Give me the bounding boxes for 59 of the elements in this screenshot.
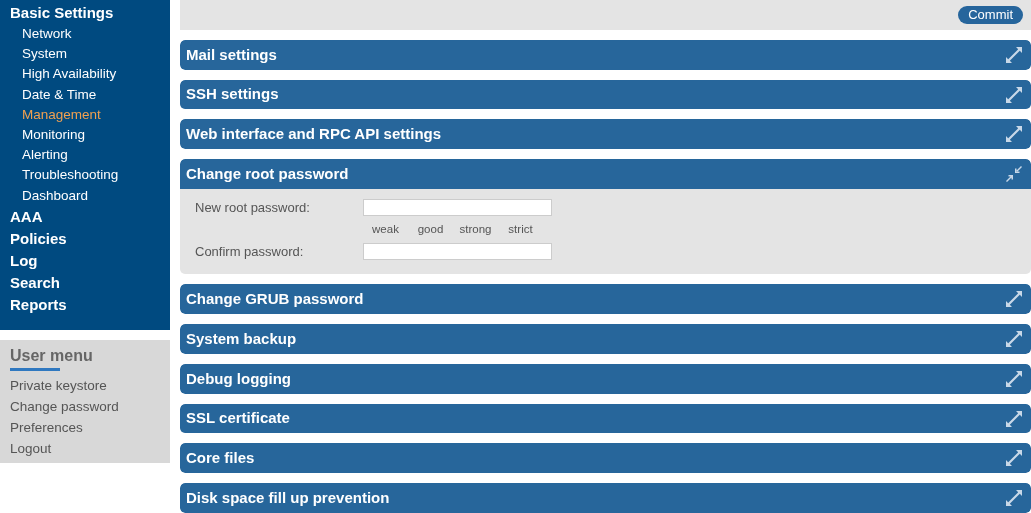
- nav-item[interactable]: Basic Settings: [10, 2, 160, 24]
- section-title: SSL certificate: [186, 408, 290, 429]
- expand-icon[interactable]: [1005, 409, 1023, 428]
- section-header[interactable]: SSL certificate: [180, 403, 1031, 434]
- section-header[interactable]: System backup: [180, 324, 1031, 354]
- nav-subitem[interactable]: Date & Time: [10, 84, 160, 105]
- nav-subitem[interactable]: System: [10, 44, 160, 65]
- nav-subitem[interactable]: Alerting: [10, 145, 160, 166]
- nav-subitem[interactable]: Dashboard: [10, 185, 160, 206]
- section-title: Mail settings: [186, 44, 277, 65]
- section-title: Debug logging: [186, 368, 291, 389]
- nav-subitem[interactable]: Management: [10, 104, 160, 125]
- expand-icon[interactable]: [1005, 45, 1023, 64]
- nav-item[interactable]: Reports: [10, 293, 160, 316]
- section-header[interactable]: Core files: [180, 443, 1031, 474]
- section-header[interactable]: Disk space fill up prevention: [180, 483, 1031, 513]
- user-menu-title: User menu: [10, 345, 93, 366]
- expand-icon[interactable]: [1005, 330, 1023, 349]
- section-title: System backup: [186, 328, 297, 349]
- section-header[interactable]: Web interface and RPC API settings: [180, 119, 1031, 150]
- field-label: Confirm password:: [195, 243, 305, 262]
- nav-subitem[interactable]: Monitoring: [10, 125, 160, 146]
- section-title: Change GRUB password: [186, 289, 364, 310]
- section-header[interactable]: SSH settings: [180, 79, 1031, 110]
- section-title: Web interface and RPC API settings: [186, 124, 442, 145]
- user-menu-item[interactable]: Private keystore: [10, 374, 160, 396]
- collapse-icon[interactable]: [1005, 165, 1023, 184]
- strength-label: strict: [507, 222, 534, 238]
- nav-subitem[interactable]: High Availability: [10, 64, 160, 85]
- commit-button[interactable]: Commit: [958, 5, 1023, 24]
- nav-subitem[interactable]: Troubleshooting: [10, 165, 160, 186]
- section-title: SSH settings: [186, 84, 279, 105]
- password-field[interactable]: [363, 243, 552, 261]
- section-title: Change root password: [186, 163, 349, 184]
- user-menu-item[interactable]: Change password: [10, 395, 160, 417]
- strength-label: weak: [371, 222, 400, 238]
- expand-icon[interactable]: [1005, 125, 1023, 144]
- section-header[interactable]: Mail settings: [180, 39, 1031, 70]
- strength-label: strong: [458, 222, 493, 238]
- section-title: Disk space fill up prevention: [186, 488, 390, 508]
- expand-icon[interactable]: [1005, 369, 1023, 388]
- strength-label: good: [416, 222, 445, 238]
- user-menu-item[interactable]: Preferences: [10, 416, 160, 438]
- nav-item[interactable]: Policies: [10, 227, 160, 250]
- expand-icon[interactable]: [1005, 449, 1023, 468]
- expand-icon[interactable]: [1005, 489, 1023, 508]
- user-menu-item[interactable]: Logout: [10, 437, 160, 459]
- section-header[interactable]: Debug logging: [180, 363, 1031, 394]
- nav-subitem[interactable]: Network: [10, 24, 160, 45]
- expand-icon[interactable]: [1005, 85, 1023, 104]
- section-header[interactable]: Change root password: [180, 159, 1031, 190]
- nav-item[interactable]: AAA: [10, 205, 160, 228]
- field-label: New root password:: [195, 199, 311, 218]
- section-title: Core files: [186, 448, 255, 469]
- nav-item[interactable]: Search: [10, 271, 160, 294]
- nav-item[interactable]: Log: [10, 249, 160, 272]
- section-header[interactable]: Change GRUB password: [180, 284, 1031, 315]
- expand-icon[interactable]: [1005, 290, 1023, 309]
- password-field[interactable]: [363, 199, 552, 217]
